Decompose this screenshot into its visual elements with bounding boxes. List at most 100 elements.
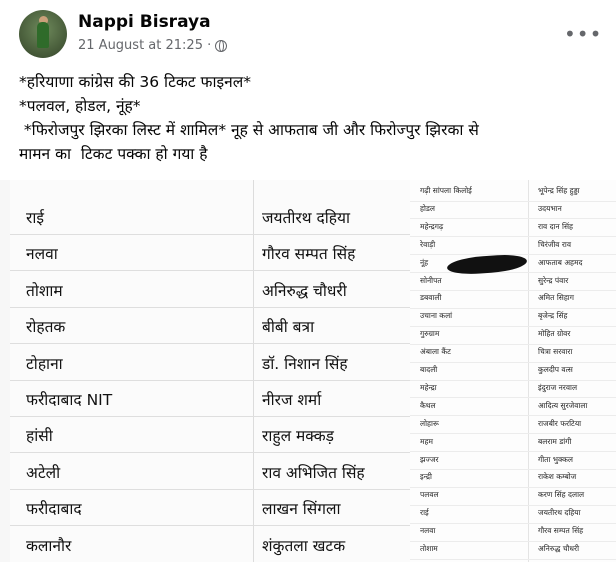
- constituency-cell: होडल: [420, 203, 436, 213]
- table-row: अंबाला कैंट चित्रा सरवारा: [410, 345, 616, 363]
- constituency-cell: गढ़ी सांपला किलोई: [420, 186, 472, 195]
- constituency-cell: अंबाला कैंट: [420, 347, 451, 357]
- post-image[interactable]: राई जयतीरथ दहिया नलवा गौरव सम्पत सिंह तोशाम अ…: [0, 180, 616, 562]
- candidate-cell: गीता भुक्कल: [538, 454, 573, 464]
- constituency-cell: नूंह: [420, 257, 429, 267]
- constituency-cell: सोनीपत: [420, 275, 442, 285]
- constituency-cell: कैथल: [420, 400, 436, 410]
- constituency-cell: तोशाम: [26, 281, 63, 300]
- candidate-cell: चिरंजीव राव: [538, 239, 572, 249]
- constituency-cell: डबवाली: [420, 293, 442, 303]
- candidate-cell: लाखन सिंगला: [262, 500, 341, 519]
- constituency-cell: पलवल: [420, 490, 439, 500]
- table-row: महेन्द्रगढ़ राव दान सिंह: [410, 220, 616, 238]
- candidate-cell: अनिरुद्ध चौधरी: [262, 281, 347, 300]
- table-row: गढ़ी सांपला किलोई भूपेन्द्र सिंह हुड्डा: [410, 184, 616, 202]
- candidate-cell: जयतीरथ दहिया: [538, 508, 581, 518]
- candidate-table-left: राई जयतीरथ दहिया नलवा गौरव सम्पत सिंह तोशाम अ…: [10, 180, 410, 562]
- candidate-cell: सुरेन्द्र पंवार: [538, 275, 569, 285]
- constituency-cell: हांसी: [26, 427, 53, 446]
- constituency-cell: टोहाना: [26, 354, 63, 373]
- candidate-cell: शंकुतला खटक: [262, 536, 346, 555]
- candidate-cell: राहुल मक्कड़: [262, 427, 334, 446]
- constituency-cell: गुरुग्राम: [420, 329, 440, 339]
- candidate-cell: गौरव सम्पत सिंह: [538, 526, 584, 536]
- candidate-cell: गौरव सम्पत सिंह: [262, 245, 356, 264]
- candidate-cell: राव अभिजित सिंह: [262, 463, 365, 482]
- table-row: अटेली राव अभिजित सिंह: [10, 453, 410, 490]
- candidate-cell: जयतीरथ दहिया: [262, 209, 350, 227]
- table-row: होडल उदयभान: [410, 202, 616, 220]
- table-row: फरीदाबाद NIT नीरज शर्मा: [10, 380, 410, 417]
- table-row: लोहारू राजबीर फरटिया: [410, 417, 616, 435]
- constituency-cell: फरीदाबाद NIT: [26, 391, 113, 409]
- constituency-cell: लोहारू: [420, 418, 439, 428]
- candidate-cell: बीबी बत्रा: [262, 318, 315, 337]
- caption-line: *पलवल, होडल, नूंह*: [19, 97, 141, 115]
- candidate-cell: चित्रा सरवारा: [538, 347, 573, 357]
- constituency-cell: राई: [420, 508, 429, 518]
- constituency-cell: महेन्द्रगढ़: [420, 221, 444, 231]
- table-row: तोशाम अनिरुद्ध चौधरी: [10, 271, 410, 308]
- table-row: नलवा गौरव सम्पत सिंह: [410, 524, 616, 542]
- caption-line: *फिरोजपुर झिरका लिस्ट में शामिल* नूह से …: [19, 121, 479, 139]
- post-caption: *हरियाणा कांग्रेस की 36 टिकट फाइनल* *पलव…: [19, 70, 604, 166]
- constituency-cell: महम: [420, 436, 433, 446]
- constituency-cell: तोशाम: [420, 544, 438, 553]
- table-row: सोनीपत सुरेन्द्र पंवार: [410, 274, 616, 291]
- post-header: Nappi Bisraya 21 August at 21:25 · •••: [0, 0, 616, 70]
- table-row: फरीदाबाद लाखन सिंगला: [10, 489, 410, 527]
- table-row: कैथल आदित्य सुरजेवाला: [410, 399, 616, 417]
- candidate-cell: राकेश कम्बोज: [538, 472, 577, 482]
- caption-line: मामन का टिकट पक्का हो गया है: [19, 145, 208, 163]
- post-timestamp[interactable]: 21 August at 21:25 ·: [78, 38, 211, 53]
- constituency-cell: बादली: [420, 365, 438, 374]
- table-row: इन्द्री राकेश कम्बोज: [410, 470, 616, 488]
- candidate-cell: नीरज शर्मा: [262, 391, 322, 409]
- post-meta: 21 August at 21:25 ·: [78, 38, 228, 53]
- table-row: रोहतक बीबी बत्रा: [10, 307, 410, 345]
- candidate-cell: कुलदीप वत्स: [538, 365, 573, 374]
- candidate-cell: इंदुराज नरवाल: [538, 382, 578, 392]
- more-options-icon[interactable]: •••: [564, 22, 602, 46]
- candidate-cell: आफताब अहमद: [538, 257, 583, 267]
- constituency-cell: नलवा: [26, 245, 58, 264]
- table-row: पलवल करण सिंह दलाल: [410, 488, 616, 506]
- candidate-cell: उदयभान: [538, 203, 562, 213]
- table-row: डबवाली अमित सिहाग: [410, 291, 616, 309]
- constituency-cell: अटेली: [26, 463, 61, 482]
- avatar[interactable]: [19, 10, 67, 58]
- candidate-cell: अमित सिहाग: [538, 293, 574, 303]
- candidate-cell: मोहित ग्रोवर: [538, 329, 571, 339]
- avatar-figure: [37, 22, 49, 48]
- table-row: हांसी राहुल मक्कड़: [10, 416, 410, 454]
- table-row: रेवाड़ी चिरंजीव राव: [410, 238, 616, 256]
- constituency-cell: महेन्द्रा: [420, 382, 437, 392]
- candidate-table-right: गढ़ी सांपला किलोई भूपेन्द्र सिंह हुड्डा हो…: [410, 180, 616, 562]
- table-row: कलानौर शंकुतला खटक: [10, 526, 410, 562]
- table-row: तोशाम अनिरुद्ध चौधरी: [410, 542, 616, 560]
- constituency-cell: कलानौर: [26, 536, 72, 555]
- table-row: गुरुग्राम मोहित ग्रोवर: [410, 327, 616, 345]
- table-row: उचाना कलां बृजेन्द्र सिंह: [410, 309, 616, 327]
- candidate-cell: डॉ. निशान सिंह: [262, 354, 348, 373]
- table-row: महेन्द्रा इंदुराज नरवाल: [410, 381, 616, 399]
- candidate-cell: राव दान सिंह: [538, 221, 574, 231]
- constituency-cell: नलवा: [420, 526, 436, 536]
- constituency-cell: फरीदाबाद: [26, 500, 82, 519]
- table-row: राई जयतीरथ दहिया: [10, 198, 410, 235]
- constituency-cell: रेवाड़ी: [420, 239, 436, 249]
- table-row: टोहाना डॉ. निशान सिंह: [10, 344, 410, 381]
- constituency-cell: झज्जर: [420, 454, 439, 464]
- candidate-cell: बृजेन्द्र सिंह: [538, 311, 568, 321]
- table-row: महम बलराम डांगी: [410, 435, 616, 453]
- candidate-cell: राजबीर फरटिया: [538, 418, 582, 428]
- table-row: नलवा गौरव सम्पत सिंह: [10, 234, 410, 272]
- candidate-cell: अनिरुद्ध चौधरी: [538, 544, 580, 553]
- candidate-cell: भूपेन्द्र सिंह हुड्डा: [538, 186, 580, 195]
- globe-icon: [215, 39, 228, 52]
- constituency-cell: राई: [26, 209, 44, 227]
- constituency-cell: उचाना कलां: [420, 311, 453, 321]
- table-row: झज्जर गीता भुक्कल: [410, 453, 616, 470]
- author-name[interactable]: Nappi Bisraya: [78, 12, 211, 32]
